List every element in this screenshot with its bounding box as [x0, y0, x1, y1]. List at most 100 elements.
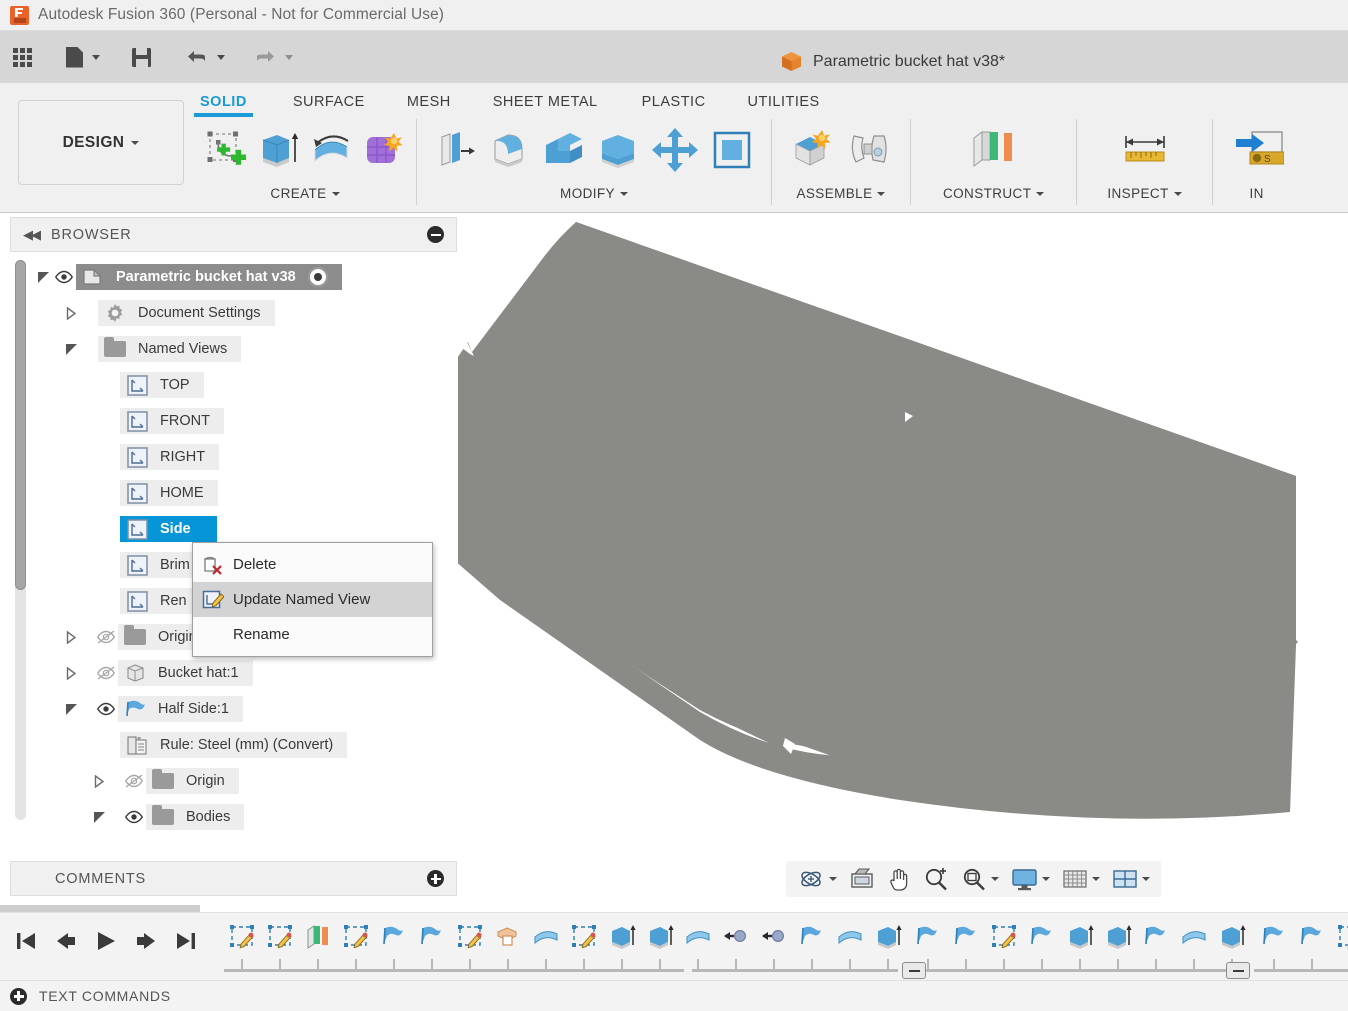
timeline-feature-extrude-icon[interactable] [1218, 921, 1248, 955]
move-copy-icon[interactable] [649, 125, 701, 175]
look-at-button[interactable] [844, 864, 880, 894]
expander-right-icon[interactable] [62, 300, 80, 326]
draft-icon[interactable] [595, 125, 641, 175]
timeline-feature-box-pattern-icon[interactable] [494, 921, 524, 955]
timeline-feature-flange-icon[interactable] [380, 921, 410, 955]
expander-right-icon[interactable] [62, 660, 80, 686]
timeline-feature-fold-icon[interactable] [1028, 921, 1058, 955]
minus-circle-icon[interactable] [427, 226, 444, 243]
tree-row-rear[interactable]: Ren [120, 586, 201, 616]
visibility-hidden-icon[interactable] [94, 660, 118, 686]
expander-down-icon[interactable] [62, 696, 80, 722]
align-icon[interactable] [709, 125, 755, 175]
ribbon-group-construct-title[interactable]: CONSTRUCT [943, 186, 1045, 205]
timeline-feature-extrude-icon[interactable] [646, 921, 676, 955]
zoom-window-button[interactable] [956, 864, 1004, 895]
tree-row-origin-top[interactable]: Origin [62, 622, 211, 652]
timeline-feature-extrude-icon[interactable] [874, 921, 904, 955]
tree-row-half-side-1[interactable]: Half Side:1 [62, 694, 243, 724]
timeline-feature-flat-pattern-icon[interactable] [1298, 921, 1328, 955]
timeline-feature-unfold-icon[interactable] [1260, 921, 1290, 955]
visibility-hidden-icon[interactable] [94, 624, 118, 650]
browser-scrollbar-thumb[interactable] [15, 260, 26, 590]
timeline-group-collapse-marker[interactable] [902, 962, 926, 979]
viewports-button[interactable] [1107, 864, 1155, 894]
comments-panel-header[interactable]: COMMENTS [10, 861, 457, 896]
browser-horizontal-scrollbar[interactable] [0, 905, 200, 912]
timeline-feature-flag-icon[interactable] [798, 921, 828, 955]
play-icon[interactable] [92, 927, 120, 955]
tree-row-side[interactable]: Side [120, 514, 217, 544]
joint-icon[interactable] [846, 125, 892, 175]
redo-button[interactable] [243, 31, 303, 83]
plus-circle-icon[interactable] [427, 870, 444, 887]
tab-utilities[interactable]: UTILITIES [748, 88, 820, 115]
timeline-feature-extrude-icon[interactable] [1104, 921, 1134, 955]
new-component-icon[interactable] [790, 125, 836, 175]
tree-row-named-views[interactable]: Named Views [62, 334, 242, 364]
zoom-button[interactable] [918, 864, 954, 895]
timeline-feature-sketch-edit-icon[interactable] [342, 921, 372, 955]
context-menu-item-update-named-view[interactable]: Update Named View [193, 582, 432, 617]
timeline-feature-loft-icon[interactable] [1180, 921, 1210, 955]
tree-row-top[interactable]: TOP [120, 370, 204, 400]
timeline-feature-flat-pattern-icon[interactable] [952, 921, 982, 955]
skip-start-icon[interactable] [12, 927, 40, 955]
pan-button[interactable] [882, 864, 916, 895]
timeline-feature-sketch-edit-icon[interactable] [266, 921, 296, 955]
tree-row-right[interactable]: RIGHT [120, 442, 220, 472]
timeline-feature-unfold-icon[interactable] [914, 921, 944, 955]
fillet-icon[interactable] [487, 125, 533, 175]
tree-row-bucket-hat-1[interactable]: Bucket hat:1 [62, 658, 253, 688]
visibility-hidden-icon[interactable] [122, 768, 146, 794]
visibility-eye-icon[interactable] [52, 264, 76, 290]
orbit-button[interactable] [792, 863, 842, 895]
measure-icon[interactable] [1117, 125, 1173, 175]
context-menu-item-rename[interactable]: Rename [193, 617, 432, 652]
tab-solid[interactable]: SOLID [194, 88, 253, 117]
timeline-feature-move-icon[interactable] [760, 921, 790, 955]
timeline-feature-move-icon[interactable] [722, 921, 752, 955]
visibility-eye-icon[interactable] [122, 804, 146, 830]
timeline-feature-flag-icon[interactable] [1142, 921, 1172, 955]
create-sketch-icon[interactable] [204, 125, 250, 175]
insert-derive-icon[interactable]: S [1229, 125, 1285, 175]
timeline-feature-extrude-icon[interactable] [608, 921, 638, 955]
timeline-feature-sketch-edit-icon[interactable] [570, 921, 600, 955]
timeline-group-collapse-marker[interactable] [1226, 962, 1250, 979]
timeline-feature-thicken-icon[interactable] [684, 921, 714, 955]
skip-end-icon[interactable] [172, 927, 200, 955]
tree-row-rule-steel[interactable]: Rule: Steel (mm) (Convert) [120, 730, 348, 760]
text-commands-bar[interactable]: TEXT COMMANDS [0, 980, 1348, 1011]
ribbon-group-create-title[interactable]: CREATE [270, 186, 340, 205]
plus-circle-icon[interactable] [10, 987, 27, 1005]
timeline-feature-sketch-edit-icon[interactable] [456, 921, 486, 955]
step-back-icon[interactable] [52, 927, 80, 955]
expander-down-icon[interactable] [90, 804, 108, 830]
collapse-left-icon[interactable]: ◀◀ [23, 227, 41, 243]
tab-mesh[interactable]: MESH [407, 88, 451, 115]
shell-icon[interactable] [541, 125, 587, 175]
timeline-feature-plane-color-icon[interactable] [304, 921, 334, 955]
offset-plane-icon[interactable] [966, 125, 1022, 175]
workspace-switcher-button[interactable]: DESIGN [18, 100, 184, 185]
tree-row-home[interactable]: HOME [120, 478, 218, 508]
extrude-icon[interactable] [256, 125, 302, 175]
ribbon-group-insert-title[interactable]: IN [1250, 186, 1264, 205]
step-forward-icon[interactable] [132, 927, 160, 955]
timeline-feature-sketch-edit-icon[interactable] [990, 921, 1020, 955]
grid-snaps-button[interactable] [1057, 864, 1105, 894]
tree-row-root[interactable]: Parametric bucket hat v38 [34, 262, 342, 292]
timeline-feature-sketch-edit-icon[interactable] [1336, 921, 1348, 955]
tab-surface[interactable]: SURFACE [293, 88, 365, 115]
tree-row-origin-nested[interactable]: Origin [90, 766, 239, 796]
form-icon[interactable] [360, 125, 406, 175]
activate-component-radio[interactable] [307, 267, 328, 287]
tree-row-document-settings[interactable]: Document Settings [62, 298, 275, 328]
expander-down-icon[interactable] [62, 336, 80, 362]
show-data-panel-button[interactable] [0, 31, 42, 83]
ribbon-group-modify-title[interactable]: MODIFY [560, 186, 628, 205]
revolve-icon[interactable] [308, 125, 354, 175]
timeline-feature-loft-icon[interactable] [836, 921, 866, 955]
press-pull-icon[interactable] [433, 125, 479, 175]
